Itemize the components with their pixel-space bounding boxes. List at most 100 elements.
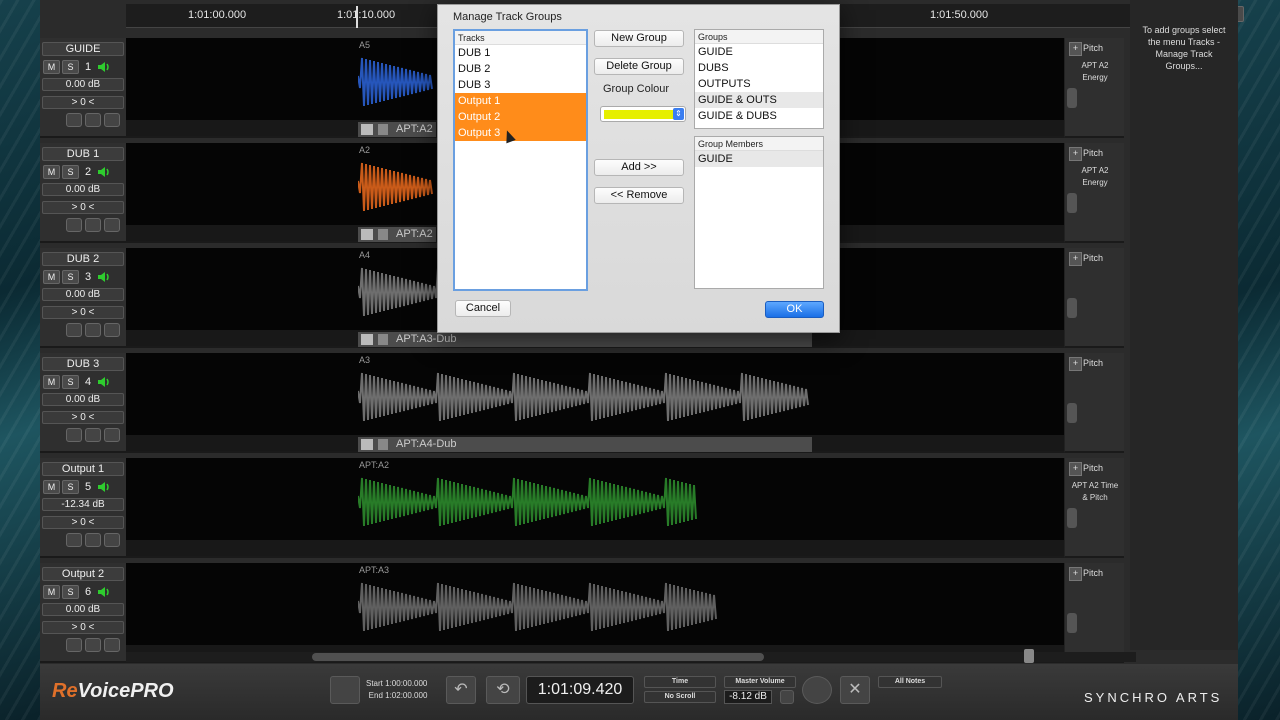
record-enable-icon[interactable]	[104, 638, 120, 652]
tracks-list[interactable]: Tracks DUB 1 DUB 2 DUB 3 Output 1 Output…	[453, 29, 588, 291]
solo-button[interactable]: S	[62, 165, 79, 179]
lock-icon[interactable]	[85, 113, 101, 127]
group-list-item[interactable]: GUIDE	[695, 44, 823, 60]
pitch-dropdown[interactable]: Pitch	[1069, 147, 1121, 161]
stepper-icon[interactable]	[66, 533, 82, 547]
lock-icon[interactable]	[85, 533, 101, 547]
record-enable-icon[interactable]	[104, 428, 120, 442]
group-list-item[interactable]: GUIDE & DUBS	[695, 108, 823, 124]
play-icon[interactable]	[361, 124, 373, 135]
mute-button[interactable]: M	[43, 480, 60, 494]
track-volume[interactable]: 0.00 dB	[42, 183, 124, 196]
speaker-icon[interactable]	[97, 270, 111, 284]
scroll-thumb[interactable]	[312, 653, 764, 661]
track-pan[interactable]: > 0 <	[42, 516, 124, 529]
zoom-slider-knob[interactable]	[1024, 649, 1034, 663]
speaker-icon[interactable]	[97, 375, 111, 389]
group-list-item[interactable]: DUBS	[695, 60, 823, 76]
ok-button[interactable]: OK	[765, 301, 824, 318]
delete-group-button[interactable]: Delete Group	[594, 58, 684, 75]
track-volume[interactable]: 0.00 dB	[42, 288, 124, 301]
clip-label-bar[interactable]: APT:A4-Dub	[358, 437, 812, 452]
solo-button[interactable]: S	[62, 60, 79, 74]
clip-label-bar[interactable]: APT:A2	[358, 227, 436, 242]
record-enable-icon[interactable]	[104, 533, 120, 547]
horizontal-scrollbar[interactable]	[126, 649, 1136, 663]
stepper-icon[interactable]	[66, 113, 82, 127]
solo-button[interactable]: S	[62, 480, 79, 494]
clip-label-bar[interactable]: APT:A2	[358, 122, 436, 137]
track-pan[interactable]: > 0 <	[42, 411, 124, 424]
mute-button[interactable]: M	[43, 585, 60, 599]
stepper-icon[interactable]	[66, 218, 82, 232]
track-volume[interactable]: 0.00 dB	[42, 78, 124, 91]
remove-button[interactable]: << Remove	[594, 187, 684, 204]
track-lane[interactable]: A3 APT:A4-Dub	[126, 353, 1064, 453]
track-pan[interactable]: > 0 <	[42, 306, 124, 319]
track-name[interactable]: Output 2	[42, 567, 124, 581]
track-list-item[interactable]: DUB 2	[455, 61, 586, 77]
speaker-icon[interactable]	[97, 165, 111, 179]
stepper-icon[interactable]	[66, 638, 82, 652]
stepper-icon[interactable]: ⇕	[673, 108, 684, 120]
lane-scrollbar[interactable]	[1067, 508, 1077, 528]
play-icon[interactable]	[361, 334, 373, 345]
member-list-item[interactable]: GUIDE	[695, 151, 823, 167]
lock-icon[interactable]	[378, 124, 388, 135]
play-icon[interactable]	[361, 229, 373, 240]
master-volume-stepper[interactable]	[780, 690, 794, 704]
speaker-icon[interactable]	[97, 480, 111, 494]
track-lane[interactable]: APT:A2	[126, 458, 1064, 558]
track-name[interactable]: GUIDE	[42, 42, 124, 56]
lock-icon[interactable]	[85, 638, 101, 652]
pitch-dropdown[interactable]: Pitch	[1069, 462, 1121, 476]
groups-list[interactable]: Groups GUIDE DUBS OUTPUTS GUIDE & OUTS G…	[694, 29, 824, 129]
pitch-dropdown[interactable]: Pitch	[1069, 357, 1121, 371]
mute-button[interactable]: M	[43, 270, 60, 284]
solo-button[interactable]: S	[62, 375, 79, 389]
lock-icon[interactable]	[378, 229, 388, 240]
speaker-icon[interactable]	[97, 60, 111, 74]
track-pan[interactable]: > 0 <	[42, 96, 124, 109]
track-list-item-selected[interactable]: Output 1	[455, 93, 586, 109]
solo-button[interactable]: S	[62, 270, 79, 284]
lane-scrollbar[interactable]	[1067, 298, 1077, 318]
mute-button[interactable]: M	[43, 165, 60, 179]
track-volume[interactable]: -12.34 dB	[42, 498, 124, 511]
lock-icon[interactable]	[378, 334, 388, 345]
pitch-dropdown[interactable]: Pitch	[1069, 567, 1121, 581]
mute-button[interactable]: M	[43, 375, 60, 389]
group-list-item[interactable]: OUTPUTS	[695, 76, 823, 92]
group-colour-picker[interactable]: ⇕	[600, 106, 686, 122]
track-list-item-selected[interactable]: Output 3	[455, 125, 586, 141]
pitch-dropdown[interactable]: Pitch	[1069, 42, 1121, 56]
time-format-select[interactable]: Time	[644, 676, 716, 688]
record-enable-icon[interactable]	[104, 113, 120, 127]
notes-select[interactable]: All Notes	[878, 676, 942, 688]
group-list-item-selected[interactable]: GUIDE & OUTS	[695, 92, 823, 108]
lane-scrollbar[interactable]	[1067, 403, 1077, 423]
track-pan[interactable]: > 0 <	[42, 201, 124, 214]
lane-scrollbar[interactable]	[1067, 613, 1077, 633]
new-group-button[interactable]: New Group	[594, 30, 684, 47]
add-button[interactable]: Add >>	[594, 159, 684, 176]
stepper-icon[interactable]	[66, 323, 82, 337]
track-list-item-selected[interactable]: Output 2	[455, 109, 586, 125]
record-button[interactable]	[330, 676, 360, 704]
scroll-mode-select[interactable]: No Scroll	[644, 691, 716, 703]
record-enable-icon[interactable]	[104, 218, 120, 232]
track-name[interactable]: DUB 1	[42, 147, 124, 161]
lane-scrollbar[interactable]	[1067, 88, 1077, 108]
lock-icon[interactable]	[378, 439, 388, 450]
master-volume-field[interactable]: -8.12 dB	[724, 690, 772, 704]
track-lane[interactable]: APT:A3	[126, 563, 1064, 663]
solo-button[interactable]: S	[62, 585, 79, 599]
settings-wheel-icon[interactable]	[802, 676, 832, 704]
speaker-icon[interactable]	[97, 585, 111, 599]
play-icon[interactable]	[361, 439, 373, 450]
track-pan[interactable]: > 0 <	[42, 621, 124, 634]
lock-icon[interactable]	[85, 428, 101, 442]
track-volume[interactable]: 0.00 dB	[42, 603, 124, 616]
lock-icon[interactable]	[85, 323, 101, 337]
playhead-marker[interactable]	[356, 6, 358, 28]
